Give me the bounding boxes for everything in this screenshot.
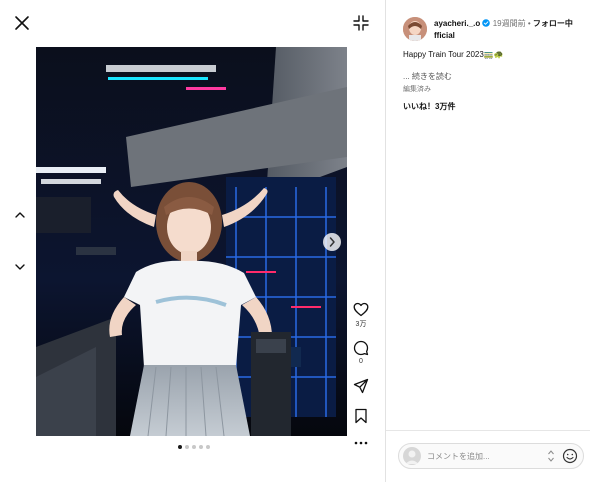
collapse-icon xyxy=(353,15,369,31)
default-user-icon xyxy=(405,450,419,464)
username-link-continued[interactable]: fficial xyxy=(434,31,455,40)
avatar[interactable] xyxy=(403,17,427,41)
comment-count: 0 xyxy=(359,358,363,365)
avatar-image xyxy=(403,17,427,41)
chevron-up-icon xyxy=(15,212,25,218)
emoji-icon[interactable] xyxy=(561,447,579,465)
post-time: 19週間前 xyxy=(492,19,526,28)
comment-composer xyxy=(398,443,584,469)
carousel-indicator xyxy=(178,445,210,449)
save-action xyxy=(350,408,372,424)
concert-stage-photo xyxy=(36,47,347,436)
current-user-avatar xyxy=(403,447,421,465)
like-count: 3万 xyxy=(355,321,367,328)
media-pane: 3万 0 xyxy=(0,0,385,482)
heart-icon[interactable] xyxy=(353,302,369,317)
edited-label: 編集済み xyxy=(403,86,431,93)
chevron-right-icon xyxy=(329,237,335,247)
next-post-button[interactable] xyxy=(10,257,30,277)
carousel-dot xyxy=(192,445,196,449)
carousel-dot xyxy=(178,445,182,449)
more-options-icon[interactable] xyxy=(354,440,368,446)
separator-dot: • xyxy=(527,19,531,28)
close-icon xyxy=(15,16,29,30)
username-link[interactable]: ayacheri._.o xyxy=(434,19,480,28)
likes-count[interactable]: いいね！3万件 xyxy=(403,101,455,112)
like-action: 3万 xyxy=(350,302,372,329)
more-options-action xyxy=(350,440,372,446)
chevron-down-icon xyxy=(15,264,25,270)
carousel-next-button[interactable] xyxy=(323,233,341,251)
collapse-button[interactable] xyxy=(349,11,373,35)
following-button[interactable]: フォロー中 xyxy=(533,19,573,28)
carousel-dot xyxy=(185,445,189,449)
read-more-link[interactable]: ... 続きを読む xyxy=(403,71,452,82)
comment-action: 0 xyxy=(350,340,372,365)
post-header: ayacheri._.o 19週間前 • フォロー中 fficial xyxy=(434,18,584,41)
post-caption: Happy Train Tour 2023🚃🐢 xyxy=(403,50,504,59)
carousel-dot xyxy=(206,445,210,449)
share-action xyxy=(350,378,372,394)
comment-bubble-icon[interactable] xyxy=(353,340,369,356)
verified-badge-icon xyxy=(482,19,491,30)
carousel-dot xyxy=(199,445,203,449)
comment-divider xyxy=(386,430,590,431)
bookmark-icon[interactable] xyxy=(354,408,368,424)
resize-stepper-icon xyxy=(548,450,554,462)
close-button[interactable] xyxy=(10,11,34,35)
send-icon[interactable] xyxy=(353,378,369,394)
previous-post-button[interactable] xyxy=(10,205,30,225)
post-details-pane: ayacheri._.o 19週間前 • フォロー中 fficial Happy… xyxy=(386,0,590,482)
comment-input[interactable] xyxy=(427,449,547,463)
post-photo[interactable] xyxy=(36,47,347,436)
